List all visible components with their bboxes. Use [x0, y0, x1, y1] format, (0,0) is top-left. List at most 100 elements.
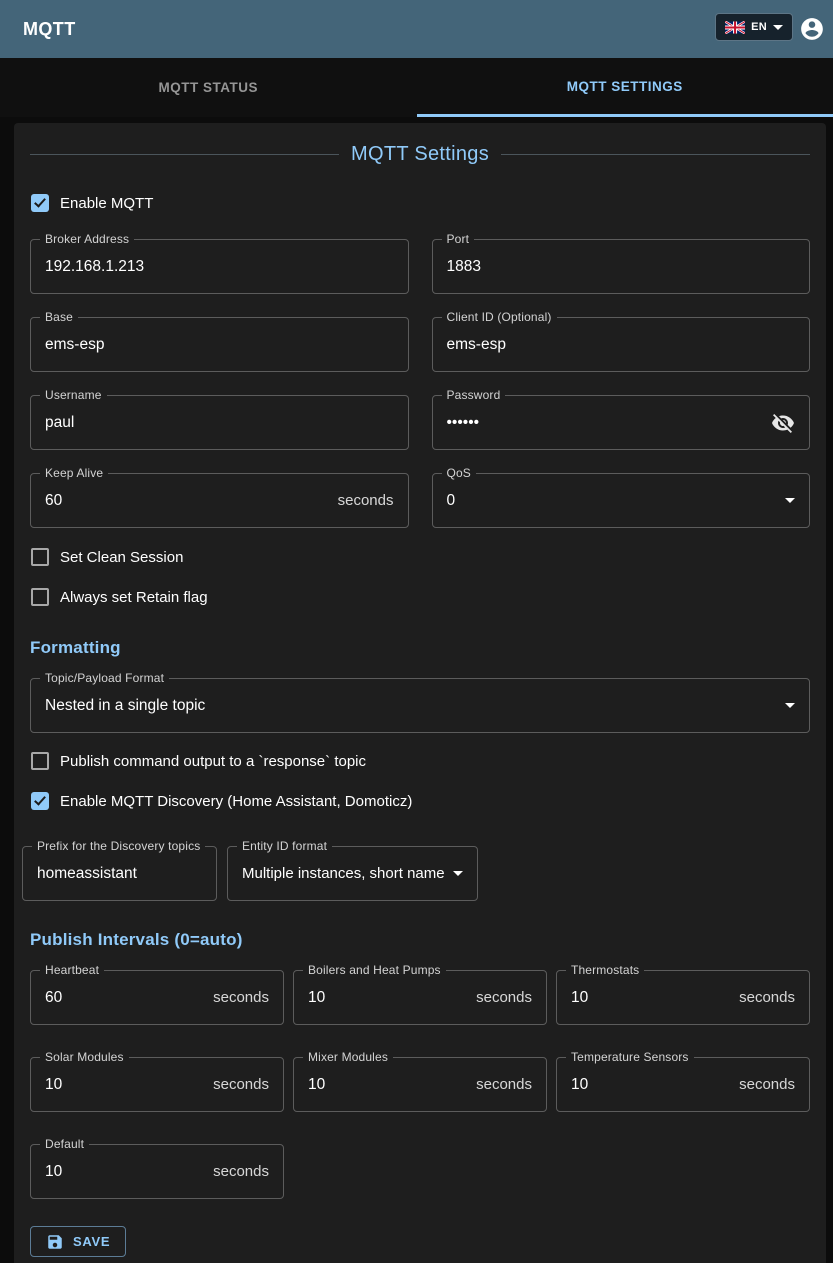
enable-mqtt-label: Enable MQTT	[60, 195, 153, 212]
clean-session-label: Set Clean Session	[60, 549, 183, 566]
mixer-interval-field[interactable]: Mixer Modules 10 seconds	[293, 1057, 547, 1112]
boilers-value: 10	[308, 989, 325, 1007]
client-id-field[interactable]: Client ID (Optional) ems-esp	[432, 317, 811, 372]
language-selector[interactable]: EN	[715, 13, 793, 41]
dropdown-arrow-icon	[453, 871, 463, 876]
thermostats-label: Thermostats	[566, 963, 644, 977]
app-header: MQTT EN	[0, 0, 833, 58]
temperature-unit: seconds	[739, 1076, 795, 1093]
retain-flag-checkbox[interactable]	[31, 588, 49, 606]
mqtt-discovery-label: Enable MQTT Discovery (Home Assistant, D…	[60, 793, 412, 810]
heartbeat-label: Heartbeat	[40, 963, 104, 977]
uk-flag-icon	[725, 21, 745, 34]
tab-bar: MQTT STATUS MQTT SETTINGS	[0, 58, 833, 117]
boilers-unit: seconds	[476, 989, 532, 1006]
base-value: ems-esp	[45, 336, 104, 354]
qos-value: 0	[447, 492, 456, 510]
tab-mqtt-status[interactable]: MQTT STATUS	[0, 58, 417, 117]
discovery-prefix-field[interactable]: Prefix for the Discovery topics homeassi…	[22, 846, 217, 901]
save-button[interactable]: SAVE	[30, 1226, 126, 1257]
heartbeat-interval-field[interactable]: Heartbeat 60 seconds	[30, 970, 284, 1025]
divider-line	[501, 154, 810, 155]
qos-select[interactable]: QoS 0	[432, 473, 811, 528]
solar-label: Solar Modules	[40, 1050, 129, 1064]
default-interval-field[interactable]: Default 10 seconds	[30, 1144, 284, 1199]
topic-format-value: Nested in a single topic	[45, 697, 205, 715]
solar-value: 10	[45, 1076, 62, 1094]
discovery-fields: Prefix for the Discovery topics homeassi…	[22, 846, 810, 901]
topic-format-select[interactable]: Topic/Payload Format Nested in a single …	[30, 678, 810, 733]
entity-id-format-label: Entity ID format	[237, 839, 332, 853]
visibility-off-icon[interactable]	[771, 411, 795, 435]
enable-mqtt-checkbox[interactable]	[31, 194, 49, 212]
broker-address-field[interactable]: Broker Address 192.168.1.213	[30, 239, 409, 294]
mixer-value: 10	[308, 1076, 325, 1094]
save-button-label: SAVE	[73, 1234, 110, 1249]
base-label: Base	[40, 310, 78, 324]
mqtt-discovery-row: Enable MQTT Discovery (Home Assistant, D…	[30, 792, 810, 810]
broker-address-value: 192.168.1.213	[45, 258, 144, 276]
heartbeat-value: 60	[45, 989, 62, 1007]
formatting-heading: Formatting	[30, 638, 810, 658]
base-field[interactable]: Base ems-esp	[30, 317, 409, 372]
temperature-interval-field[interactable]: Temperature Sensors 10 seconds	[556, 1057, 810, 1112]
dropdown-arrow-icon	[785, 703, 795, 708]
password-value: ••••••	[447, 414, 480, 432]
port-label: Port	[442, 232, 475, 246]
default-label: Default	[40, 1137, 89, 1151]
username-label: Username	[40, 388, 107, 402]
response-topic-checkbox[interactable]	[31, 752, 49, 770]
password-field[interactable]: Password ••••••	[432, 395, 811, 450]
qos-label: QoS	[442, 466, 476, 480]
response-topic-row: Publish command output to a `response` t…	[30, 752, 810, 770]
response-topic-label: Publish command output to a `response` t…	[60, 753, 366, 770]
discovery-prefix-value: homeassistant	[37, 865, 137, 883]
port-field[interactable]: Port 1883	[432, 239, 811, 294]
solar-interval-field[interactable]: Solar Modules 10 seconds	[30, 1057, 284, 1112]
entity-id-format-value: Multiple instances, short name	[242, 865, 445, 882]
tab-mqtt-settings[interactable]: MQTT SETTINGS	[417, 58, 833, 117]
language-code: EN	[751, 21, 767, 33]
keep-alive-value: 60	[45, 492, 62, 510]
username-field[interactable]: Username paul	[30, 395, 409, 450]
app-title: MQTT	[23, 19, 76, 40]
divider-line	[30, 154, 339, 155]
temperature-value: 10	[571, 1076, 588, 1094]
page-title-divider: MQTT Settings	[30, 143, 810, 166]
password-label: Password	[442, 388, 506, 402]
solar-unit: seconds	[213, 1076, 269, 1093]
port-value: 1883	[447, 258, 481, 276]
save-icon	[46, 1233, 64, 1251]
connection-fields: Broker Address 192.168.1.213 Port 1883 B…	[30, 239, 810, 528]
entity-id-format-select[interactable]: Entity ID format Multiple instances, sho…	[227, 846, 478, 901]
boilers-label: Boilers and Heat Pumps	[303, 963, 446, 977]
thermostats-value: 10	[571, 989, 588, 1007]
account-avatar-icon[interactable]	[799, 16, 825, 42]
default-value: 10	[45, 1163, 62, 1181]
keep-alive-unit: seconds	[338, 492, 394, 509]
interval-fields: Heartbeat 60 seconds Boilers and Heat Pu…	[30, 970, 810, 1199]
retain-flag-row: Always set Retain flag	[30, 588, 810, 606]
keep-alive-field[interactable]: Keep Alive 60 seconds	[30, 473, 409, 528]
client-id-label: Client ID (Optional)	[442, 310, 557, 324]
keep-alive-label: Keep Alive	[40, 466, 108, 480]
thermostats-interval-field[interactable]: Thermostats 10 seconds	[556, 970, 810, 1025]
mqtt-discovery-checkbox[interactable]	[31, 792, 49, 810]
clean-session-checkbox[interactable]	[31, 548, 49, 566]
publish-intervals-heading: Publish Intervals (0=auto)	[30, 930, 810, 950]
retain-flag-label: Always set Retain flag	[60, 589, 208, 606]
boilers-interval-field[interactable]: Boilers and Heat Pumps 10 seconds	[293, 970, 547, 1025]
dropdown-arrow-icon	[785, 498, 795, 503]
client-id-value: ems-esp	[447, 336, 506, 354]
topic-format-label: Topic/Payload Format	[40, 671, 169, 685]
clean-session-row: Set Clean Session	[30, 548, 810, 566]
mixer-label: Mixer Modules	[303, 1050, 393, 1064]
broker-address-label: Broker Address	[40, 232, 134, 246]
enable-mqtt-row: Enable MQTT	[30, 194, 810, 212]
discovery-prefix-label: Prefix for the Discovery topics	[32, 839, 205, 853]
username-value: paul	[45, 414, 74, 432]
settings-panel: MQTT Settings Enable MQTT Broker Address…	[14, 123, 826, 1263]
thermostats-unit: seconds	[739, 989, 795, 1006]
page-title: MQTT Settings	[351, 143, 489, 166]
heartbeat-unit: seconds	[213, 989, 269, 1006]
